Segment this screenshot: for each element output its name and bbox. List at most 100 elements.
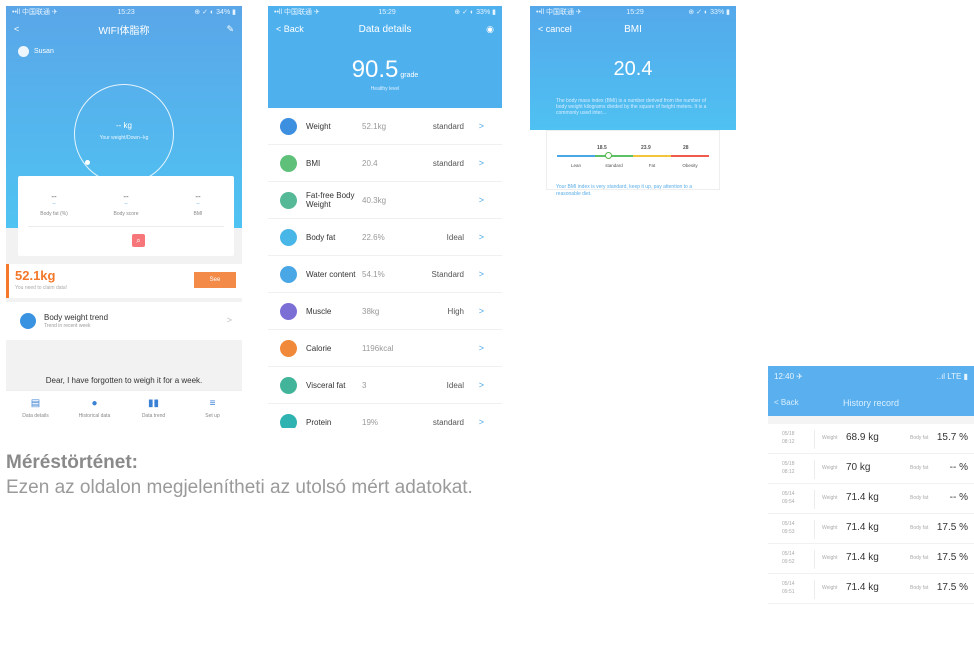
detail-row[interactable]: Protein 19% standard > — [268, 404, 502, 428]
record-weight: 71.4 kg — [846, 522, 879, 533]
detail-row[interactable]: Fat-free Body Weight 40.3kg > — [268, 182, 502, 219]
scale-segment — [633, 155, 671, 157]
detail-name: Protein — [306, 418, 332, 427]
caption-title: Méréstörténet: — [6, 452, 138, 473]
home-navbar: < WIFI体脂称 ✎ — [6, 18, 242, 40]
detail-name: Weight — [306, 122, 331, 131]
status-bar: ••ll 中国联通 ✈ 15:23 ⊕ ✓ ◐ 34% ▮ — [6, 6, 242, 18]
record-datetime: 05/14 09:52 — [782, 551, 795, 565]
history-row[interactable]: 05/14 09:54 Weight 71.4 kg Body fat -- % — [768, 484, 974, 514]
record-body-fat: -- % — [949, 492, 968, 503]
body-fat-label: Body fat — [910, 465, 929, 471]
document-icon: ▤ — [30, 398, 41, 409]
bmi-value: 20.4 — [613, 58, 653, 80]
chevron-right-icon: > — [478, 306, 484, 316]
user-icon[interactable]: ◉ — [486, 24, 494, 35]
reminder-message: Dear, I have forgotten to weigh it for a… — [45, 376, 203, 385]
details-navbar: < Back Data details ◉ — [268, 18, 502, 40]
metric-body-fat: -- -- Body fat (%) — [40, 192, 68, 217]
bmi-advice: Your BMI index is very standard, keep it… — [556, 184, 693, 197]
weight-label: Weight — [822, 495, 838, 501]
bmi-icon — [280, 155, 297, 172]
record-body-fat: -- % — [949, 462, 968, 473]
history-list: 05/18 08:12 Weight 68.9 kg Body fat 15.7 % 05/… — [768, 424, 974, 604]
metric-body-score: -- -- Body score — [113, 192, 139, 217]
body-fat-label: Body fat — [910, 525, 929, 531]
detail-row[interactable]: Body fat 22.6% Ideal > — [268, 219, 502, 256]
detail-status: Ideal — [446, 381, 464, 390]
status-bar: ••ll 中国联通 ✈ 15:29 ⊕ ✓ ◐ 33% ▮ — [274, 8, 496, 17]
detail-row[interactable]: BMI 20.4 standard > — [268, 145, 502, 182]
detail-value: 40.3kg — [362, 196, 387, 205]
detail-value: 22.6% — [362, 233, 385, 242]
bottom-tab-bar: ▤ Data details ● Historical data ▮▮ Data… — [6, 390, 242, 428]
edit-icon[interactable]: ✎ — [226, 24, 234, 35]
weight-ring: -- kg Your weight/Down--kg — [74, 84, 174, 184]
bmi-screen: ••ll 中国联通 ✈ 15:29 ⊕ ✓ ◐ 33% ▮ < cancel B… — [530, 6, 736, 328]
weight-label: Weight — [822, 465, 838, 471]
chevron-right-icon: > — [226, 315, 232, 325]
record-weight: 71.4 kg — [846, 492, 879, 503]
status-time: 15:23 — [117, 8, 135, 16]
bmi-navbar: < cancel BMI — [530, 18, 736, 40]
body-icon — [280, 192, 297, 209]
tab-set-up[interactable]: ≡ Set up — [188, 391, 238, 428]
detail-row[interactable]: Water content 54.1% Standard > — [268, 256, 502, 293]
detail-row[interactable]: Calorie 1196kcal > — [268, 330, 502, 367]
detail-row[interactable]: Weight 52.1kg standard > — [268, 108, 502, 145]
caption-subtitle: Ezen az oldalon megjelenítheti az utolsó… — [6, 477, 473, 498]
history-row[interactable]: 05/18 08:12 Weight 68.9 kg Body fat 15.7 % — [768, 424, 974, 454]
cancel-button[interactable]: < cancel — [538, 24, 572, 34]
history-screen: 12:40 ✈ ..ıl LTE ▮ < Back History record… — [768, 366, 974, 660]
detail-name: Water content — [306, 270, 356, 279]
status-bar: ••ll 中国联通 ✈ 15:29 ⊕ ✓ ◐ 33% ▮ — [536, 8, 730, 17]
tab-historical-data[interactable]: ● Historical data — [70, 391, 120, 428]
detail-value: 54.1% — [362, 270, 385, 279]
history-row[interactable]: 05/14 09:52 Weight 71.4 kg Body fat 17.5 % — [768, 544, 974, 574]
chevron-right-icon: > — [478, 269, 484, 279]
detail-row[interactable]: Visceral fat 3 Ideal > — [268, 367, 502, 404]
detail-name: Body fat — [306, 233, 336, 242]
detail-name: BMI — [306, 159, 321, 168]
tab-data-details[interactable]: ▤ Data details — [11, 391, 61, 428]
divider — [814, 460, 815, 479]
user-profile[interactable]: Susan — [6, 40, 242, 63]
search-icon[interactable]: ⌕ — [132, 234, 145, 247]
record-body-fat: 17.5 % — [936, 582, 968, 593]
tab-data-trend[interactable]: ▮▮ Data trend — [129, 391, 179, 428]
user-name: Susan — [34, 48, 54, 55]
bmi-header: ••ll 中国联通 ✈ 15:29 ⊕ ✓ ◐ 33% ▮ < cancel B… — [530, 6, 736, 130]
detail-name: Fat-free Body Weight — [306, 191, 355, 209]
trend-title: Body weight trend — [44, 313, 109, 322]
record-weight: 68.9 kg — [846, 432, 879, 443]
divider — [814, 490, 815, 509]
record-body-fat: 17.5 % — [936, 522, 968, 533]
bmi-marker — [605, 152, 612, 159]
back-chevron-icon[interactable]: < — [14, 24, 19, 34]
divider — [28, 226, 224, 227]
divider — [814, 430, 815, 449]
weight-trend-row[interactable]: Body weight trend Trend in recent week > — [6, 302, 242, 340]
bmi-scale-bar — [557, 155, 709, 157]
back-button[interactable]: < Back — [276, 24, 304, 34]
claim-weight: 52.1kg — [15, 268, 56, 283]
scale-icon — [280, 118, 297, 135]
detail-status: standard — [432, 418, 464, 427]
record-datetime: 05/14 09:51 — [782, 581, 795, 595]
detail-status: Ideal — [446, 233, 464, 242]
history-row[interactable]: 05/18 08:12 Weight 70 kg Body fat -- % — [768, 454, 974, 484]
protein-icon — [280, 414, 297, 428]
detail-row[interactable]: Muscle 38kg High > — [268, 293, 502, 330]
record-datetime: 05/14 09:54 — [782, 491, 795, 505]
record-weight: 70 kg — [846, 462, 871, 473]
page-title: History record — [842, 398, 899, 408]
history-header: 12:40 ✈ ..ıl LTE ▮ < Back History record — [768, 366, 974, 416]
bmi-scale-panel: 18.5 23.9 28 Lean standard Fat Obesity — [546, 130, 720, 190]
see-button[interactable]: See — [194, 272, 236, 288]
history-row[interactable]: 05/14 09:53 Weight 71.4 kg Body fat 17.5 % — [768, 514, 974, 544]
history-row[interactable]: 05/14 09:51 Weight 71.4 kg Body fat 17.5 % — [768, 574, 974, 604]
metric-bmi: -- -- BMI — [193, 192, 203, 217]
record-datetime: 05/18 08:12 — [782, 461, 795, 475]
avatar — [18, 46, 29, 57]
detail-value: 38kg — [362, 307, 380, 316]
